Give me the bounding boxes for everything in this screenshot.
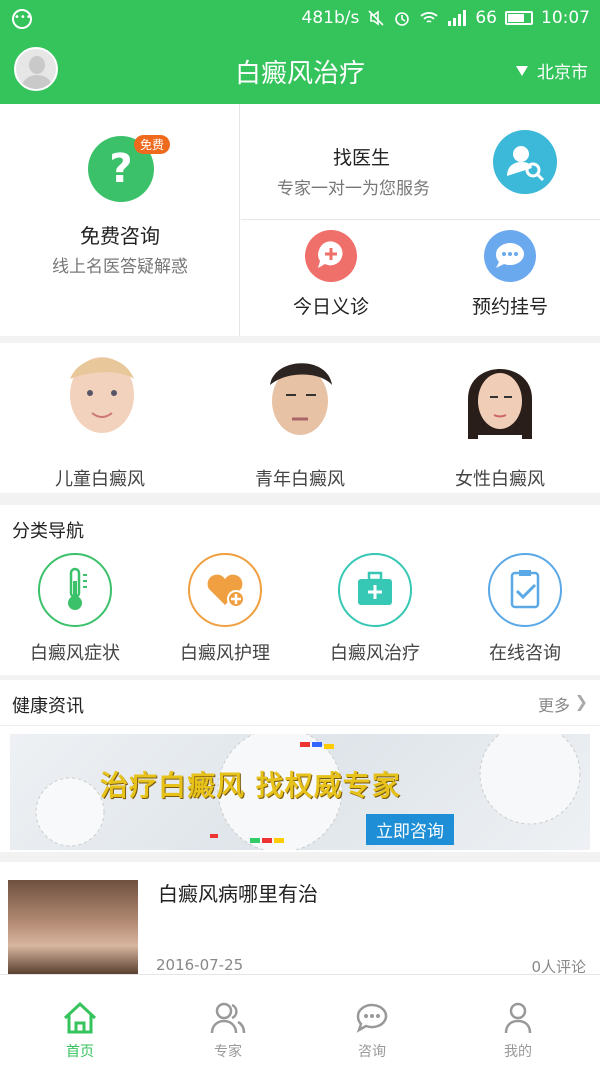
nav-item-symptoms[interactable]: 白癜风症状 <box>0 551 150 671</box>
profile-icon <box>504 1002 532 1034</box>
tab-consult-label: 咨询 <box>358 1044 386 1060</box>
free-consult-subtitle: 线上名医答疑解惑 <box>52 257 188 277</box>
doctor-search-icon <box>493 130 557 194</box>
clinic-today-label: 今日义诊 <box>292 296 369 318</box>
category-female-label: 女性白癜风 <box>455 469 545 490</box>
nav-item-treatment[interactable]: 白癜风治疗 <box>300 551 450 671</box>
home-icon <box>63 1001 97 1034</box>
consult-icon <box>356 1003 388 1033</box>
young-man-portrait-image <box>270 363 332 453</box>
clinic-today-card[interactable]: 今日义诊 <box>241 220 421 336</box>
category-female[interactable]: 女性白癜风 <box>400 343 600 493</box>
article-thumbnail <box>8 880 138 974</box>
battery-icon <box>505 11 533 25</box>
free-consult-title: 免费咨询 <box>80 224 160 248</box>
city-label: 北京市 <box>537 63 588 83</box>
news-list-item[interactable]: 白癜风病哪里有治 2016-07-25 0人评论 <box>0 862 600 976</box>
promo-banner[interactable]: 治疗白癜风 找权威专家 立即咨询 <box>0 726 600 852</box>
city-selector[interactable]: 北京市 <box>515 58 588 83</box>
thermometer-icon <box>38 553 112 627</box>
free-consult-card[interactable]: ? 免费 免费咨询 线上名医答疑解惑 <box>0 104 240 336</box>
experts-icon <box>210 1002 246 1034</box>
nav-item-treatment-label: 白癜风治疗 <box>330 643 420 664</box>
feature-panel: ? 免费 免费咨询 线上名医答疑解惑 找医生 专家一对一为您服务 今日义诊 预约… <box>0 104 600 336</box>
nav-item-care-label: 白癜风护理 <box>180 643 270 664</box>
appointment-card[interactable]: 预约挂号 <box>420 220 600 336</box>
tab-home[interactable]: 首页 <box>5 975 155 1067</box>
nav-section-title: 分类导航 <box>12 521 84 542</box>
woman-portrait-image <box>468 369 532 453</box>
page-title: 白癜风治疗 <box>234 59 365 89</box>
find-doctor-title: 找医生 <box>333 147 391 169</box>
medical-kit-icon <box>338 553 412 627</box>
nav-item-symptoms-label: 白癜风症状 <box>30 643 120 664</box>
notification-dots-icon: ••• <box>12 9 32 29</box>
banner-headline: 治疗白癜风 找权威专家 <box>100 769 401 802</box>
clipboard-check-icon <box>488 553 562 627</box>
category-child[interactable]: 儿童白癜风 <box>0 343 200 493</box>
find-doctor-card[interactable]: 找医生 专家一对一为您服务 <box>241 104 600 220</box>
category-navigation: 分类导航 白癜风症状 白癜风护理 白癜风治疗 在线咨询 <box>0 505 600 675</box>
status-right: 481b/s 66 10:07 <box>302 8 590 28</box>
nav-item-online-consult-label: 在线咨询 <box>489 643 561 664</box>
nav-item-online-consult[interactable]: 在线咨询 <box>450 551 600 671</box>
clock: 10:07 <box>541 8 590 28</box>
chat-bubble-icon <box>484 230 536 282</box>
status-bar: ••• 481b/s 66 10:07 <box>0 0 600 38</box>
tab-consult[interactable]: 咨询 <box>297 975 447 1067</box>
network-speed: 481b/s <box>301 8 360 28</box>
tab-experts[interactable]: 专家 <box>153 975 303 1067</box>
news-section-header: 健康资讯 更多 ❯ <box>0 680 600 726</box>
bottom-tab-bar: 首页 专家 咨询 我的 <box>0 974 600 1067</box>
find-doctor-subtitle: 专家一对一为您服务 <box>277 179 430 199</box>
category-youth[interactable]: 青年白癜风 <box>200 343 400 493</box>
signal-icon <box>448 10 467 26</box>
patient-category-row: 儿童白癜风 青年白癜风 女性白癜风 <box>0 343 600 493</box>
more-link[interactable]: 更多 <box>538 692 570 716</box>
article-title: 白癜风病哪里有治 <box>158 882 318 906</box>
battery-level: 66 <box>475 8 497 28</box>
wifi-icon <box>420 12 438 23</box>
mute-icon <box>368 10 384 26</box>
tab-profile[interactable]: 我的 <box>443 975 593 1067</box>
chevron-right-icon[interactable]: ❯ <box>575 692 588 711</box>
nav-item-care[interactable]: 白癜风护理 <box>150 551 300 671</box>
tab-experts-label: 专家 <box>214 1044 242 1060</box>
banner-image: 治疗白癜风 找权威专家 立即咨询 <box>10 734 590 850</box>
news-section-title: 健康资讯 <box>12 696 84 717</box>
dropdown-triangle-icon <box>516 65 528 76</box>
free-badge: 免费 <box>134 135 171 154</box>
clinic-plus-icon <box>305 230 357 282</box>
tab-profile-label: 我的 <box>504 1044 532 1060</box>
alarm-icon <box>395 12 410 26</box>
consult-now-button[interactable]: 立即咨询 <box>366 814 454 845</box>
appointment-label: 预约挂号 <box>471 296 548 318</box>
tab-home-label: 首页 <box>66 1044 94 1060</box>
article-date: 2016-07-25 <box>156 956 244 974</box>
category-youth-label: 青年白癜风 <box>255 469 345 490</box>
category-child-label: 儿童白癜风 <box>55 469 145 490</box>
child-portrait-image <box>70 357 134 433</box>
heart-plus-icon <box>188 553 262 627</box>
app-header: 白癜风治疗 北京市 <box>0 38 600 104</box>
